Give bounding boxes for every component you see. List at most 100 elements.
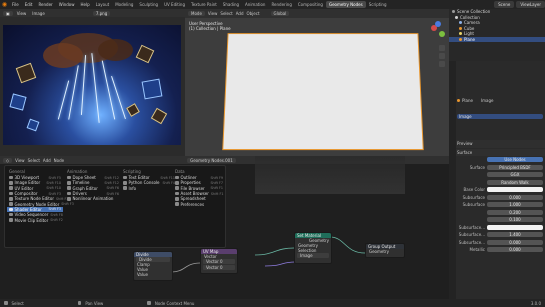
image-editor[interactable]: ▣ View Image 7.png xyxy=(0,9,185,156)
view-layer-field[interactable]: ViewLayer xyxy=(516,1,545,8)
surface-label: Surface xyxy=(457,149,473,155)
outliner[interactable]: Scene Collection Collection Camera Cube … xyxy=(449,9,545,61)
status-context-menu: Node Context Menu xyxy=(154,300,195,306)
menu-item-nonlinear-animation[interactable]: Nonlinear Animation xyxy=(65,196,121,201)
camera-view-icon[interactable] xyxy=(439,61,445,67)
console-icon xyxy=(123,181,127,185)
outliner-icon xyxy=(175,175,179,180)
surface-panel-header[interactable]: Surface xyxy=(449,148,545,156)
menu-item-label: Drivers xyxy=(72,191,87,197)
tab-geometry-nodes[interactable]: Geometry Nodes xyxy=(325,1,366,8)
tab-sculpting[interactable]: Sculpting xyxy=(136,1,161,8)
camera-icon xyxy=(459,21,462,25)
menu-render[interactable]: Render xyxy=(35,2,55,7)
graph-icon xyxy=(67,186,71,190)
prop-row: GGX xyxy=(449,171,545,179)
image-menu-view[interactable]: View xyxy=(15,11,29,16)
folder-icon xyxy=(175,186,179,190)
outliner-row-selected[interactable]: Plane xyxy=(449,36,545,42)
menu-column-general: General 3D Viewport Shift F5 Image Editor… xyxy=(7,169,74,223)
prop-value[interactable]: 0.000 xyxy=(487,247,543,253)
properties-panel[interactable]: Plane Image Image Preview Surface Use No… xyxy=(449,61,545,299)
pan-tool-icon[interactable] xyxy=(439,53,445,59)
tab-uv-editing[interactable]: UV Editing xyxy=(161,1,188,8)
prop-value[interactable]: 1.000 xyxy=(487,202,543,208)
node-group-output[interactable]: Group Output Geometry xyxy=(365,243,405,258)
prop-value[interactable]: 1.400 xyxy=(487,232,543,238)
spreadsheet-icon xyxy=(175,197,179,201)
tab-scripting[interactable]: Scripting xyxy=(366,1,390,8)
zoom-tool-icon[interactable] xyxy=(439,45,445,51)
status-bar: Select Pan View Node Context Menu 3.0.0 xyxy=(0,299,545,307)
prop-value[interactable]: 0.000 xyxy=(487,194,543,200)
menu-item-label: Nonlinear Animation xyxy=(72,196,114,202)
orientation-dropdown[interactable]: Global xyxy=(270,11,290,16)
subsurface-color-swatch[interactable] xyxy=(487,224,543,230)
gizmo-y-axis-icon[interactable] xyxy=(439,31,445,37)
menu-item-movie-clip-editor[interactable]: Movie Clip Editor Shift F2 xyxy=(7,217,63,223)
blender-logo-icon[interactable]: ◉ xyxy=(0,0,9,9)
editor-type-icon[interactable]: ▣ xyxy=(3,10,13,16)
menu-edit[interactable]: Edit xyxy=(22,2,36,7)
prop-label: Metallic xyxy=(469,247,485,253)
menu-window[interactable]: Window xyxy=(56,2,78,7)
tab-animation[interactable]: Animation xyxy=(242,1,268,8)
menu-item-label: Shader Editor xyxy=(14,206,42,212)
viewport-header: Mode View Select Add Object Global xyxy=(185,9,449,18)
material-slot[interactable]: Image xyxy=(457,113,543,119)
prop-value[interactable]: 0.000 xyxy=(487,239,543,245)
top-bar: ◉ File Edit Render Window Help Layout Mo… xyxy=(0,0,545,9)
menu-item-shortcut: Shift F6 xyxy=(106,186,119,191)
image-editor-header: ▣ View Image 7.png xyxy=(0,9,185,17)
shader-icon xyxy=(9,207,13,212)
menu-item-label: Geometry Node Editor xyxy=(14,201,60,207)
prop-value[interactable]: Random Walk xyxy=(487,179,543,185)
image-name-field[interactable]: 7.png xyxy=(92,10,111,16)
tab-modeling[interactable]: Modeling xyxy=(112,1,136,8)
tab-compositing[interactable]: Compositing xyxy=(295,1,326,8)
viewport-menu-select[interactable]: Select xyxy=(220,11,232,16)
surface-shader-dropdown[interactable]: Principled BSDF xyxy=(487,164,543,170)
light-icon xyxy=(459,32,462,36)
image-menu-image[interactable]: Image xyxy=(30,11,47,16)
material-slot-row[interactable]: Image xyxy=(449,113,545,121)
menu-item-label: File Browser xyxy=(180,185,205,191)
tab-texture-paint[interactable]: Texture Paint xyxy=(188,1,220,8)
outliner-row-label: Camera xyxy=(464,20,480,26)
node-divide[interactable]: Divide Divide Clamp Value Value xyxy=(133,251,173,281)
3d-viewport[interactable]: Mode View Select Add Object Global User … xyxy=(185,9,449,156)
texture-icon xyxy=(9,197,13,201)
menu-item-info[interactable]: Info xyxy=(121,186,177,191)
nla-icon xyxy=(67,197,71,201)
viewport-menu-object[interactable]: Object xyxy=(247,11,260,16)
prop-value[interactable]: 0.100 xyxy=(487,217,543,223)
viewport-menu-add[interactable]: Add xyxy=(236,11,244,16)
prop-value[interactable]: 0.200 xyxy=(487,209,543,215)
menu-item-preferences[interactable]: Preferences xyxy=(173,201,225,207)
plane-object[interactable] xyxy=(222,33,424,151)
menu-file[interactable]: File xyxy=(9,2,22,7)
gizmo-z-axis-icon[interactable] xyxy=(435,21,441,27)
node-material-field[interactable]: Image xyxy=(297,253,329,258)
node-set-material[interactable]: Set Material Geometry Geometry Selection… xyxy=(294,232,332,264)
use-nodes-button[interactable]: Use Nodes xyxy=(487,157,543,163)
prop-value[interactable]: GGX xyxy=(487,172,543,178)
outliner-row-label: Plane xyxy=(464,36,475,42)
object-name-row: Plane Image xyxy=(449,97,545,105)
viewport-icon xyxy=(9,175,13,180)
node-uv-map[interactable]: UV Map Vector Vector 0 Vector 0 xyxy=(200,248,238,274)
node-vector-field[interactable]: Vector 0 xyxy=(203,265,235,270)
tab-rendering[interactable]: Rendering xyxy=(268,1,294,8)
editor-type-menu[interactable]: General 3D Viewport Shift F5 Image Editor… xyxy=(4,165,226,248)
menu-help[interactable]: Help xyxy=(77,2,92,7)
base-color-swatch[interactable] xyxy=(487,187,543,193)
preview-panel-header[interactable]: Preview xyxy=(449,140,545,148)
viewport-menu-view[interactable]: View xyxy=(208,11,218,16)
node-vector-field[interactable]: Vector 0 xyxy=(203,259,235,264)
tab-layout[interactable]: Layout xyxy=(93,1,113,8)
tab-shading[interactable]: Shading xyxy=(220,1,242,8)
scene-field[interactable]: Scene xyxy=(494,1,515,8)
prop-row: Metallic 0.000 xyxy=(449,246,545,254)
prop-label: Subsurface... xyxy=(458,232,485,238)
mode-dropdown[interactable]: Mode xyxy=(188,11,205,16)
